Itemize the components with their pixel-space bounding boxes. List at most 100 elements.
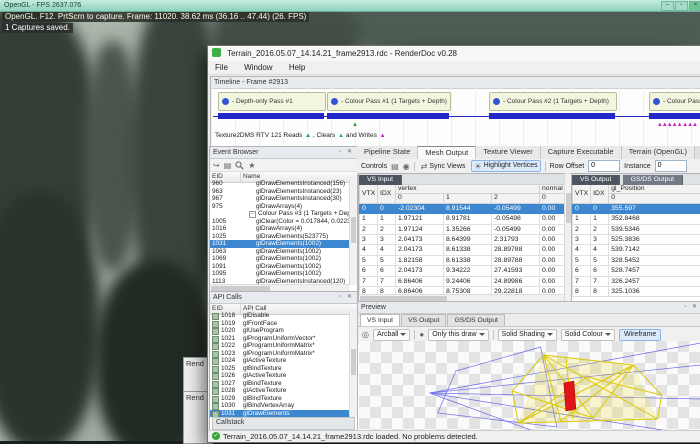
mesh-data-row[interactable]: 551.821588.6133828.897880.00 — [360, 255, 566, 265]
tab-vs-output[interactable]: VS Output — [572, 175, 620, 185]
api-call-row[interactable]: 1031glDrawElements — [210, 410, 350, 418]
api-call-row[interactable]: 1018glDisable — [210, 312, 350, 320]
api-call-row[interactable]: 1023glProgramUniformMatrix* — [210, 350, 350, 358]
api-call-row[interactable]: 1026glActiveTexture — [210, 372, 350, 380]
api-call-row[interactable]: 1021glProgramUniformVector* — [210, 335, 350, 343]
event-row[interactable]: 1069glDrawElements(1002) — [210, 255, 350, 263]
tab-mesh-output[interactable]: Mesh Output — [418, 146, 476, 159]
vs-output-table[interactable]: VTX IDX gl_Position 0 00355.59711352.846… — [572, 184, 700, 297]
timeline-pass-colour-2[interactable]: - Colour Pass #2 (1 Targets + Depth) — [489, 92, 617, 111]
event-row[interactable]: −Colour Pass #3 (1 Targets + Depth) — [210, 210, 350, 218]
vertex-group-header[interactable]: vertex — [396, 185, 540, 194]
callstack-section[interactable]: Callstack — [212, 417, 355, 430]
menu-window[interactable]: Window — [237, 63, 279, 72]
col-idx[interactable]: IDX — [378, 185, 396, 204]
mesh-data-row[interactable]: 88325.1036 — [573, 287, 700, 297]
api-call-row[interactable]: 1020glUseProgram — [210, 327, 350, 335]
mesh-data-row[interactable]: 33525.3836 — [573, 235, 700, 245]
search-icon[interactable] — [235, 161, 244, 170]
sync-views-button[interactable]: ⇄ Sync Views — [419, 162, 468, 171]
camera-mode-dropdown[interactable]: Arcball — [373, 329, 410, 341]
float-icon[interactable]: ▫ — [336, 147, 345, 158]
event-row[interactable]: 960glDrawElementsInstanced(156) — [210, 180, 350, 188]
vs-input-table[interactable]: VTX IDX vertex normal 0 1 2 0 00-2.02304… — [359, 184, 566, 297]
vertical-scrollbar[interactable] — [349, 312, 357, 417]
draw-filter-dropdown[interactable]: Only this draw — [428, 329, 488, 341]
timeline-pass-depth-only[interactable]: - Depth-only Pass #1 — [218, 92, 326, 111]
event-row[interactable]: 1063glDrawElements(1002) — [210, 248, 350, 256]
save-icon[interactable]: ▤ — [391, 162, 399, 171]
mesh-data-row[interactable]: 332.041738.643992.317930.00 — [360, 235, 566, 245]
mesh-data-row[interactable]: 22539.5346 — [573, 224, 700, 234]
menu-file[interactable]: File — [208, 63, 235, 72]
bookmark-star-icon[interactable]: ★ — [248, 161, 255, 170]
mesh-preview-viewport[interactable] — [359, 341, 700, 430]
event-row[interactable]: 1025glDrawElements(523775) — [210, 233, 350, 241]
float-icon[interactable]: ▫ — [681, 302, 690, 313]
mesh-data-row[interactable]: 776.864069.2440624.899860.00 — [360, 276, 566, 286]
api-call-row[interactable]: 1029glBindTexture — [210, 395, 350, 403]
preview-tab-gsds-output[interactable]: GS/DS Output — [447, 314, 504, 326]
mesh-data-row[interactable]: 66528.7457 — [573, 266, 700, 276]
snapshot-icon[interactable]: ◉ — [403, 162, 410, 171]
col-normal-0[interactable]: 0 — [540, 194, 566, 203]
api-call-row[interactable]: 1019glFrontFace — [210, 320, 350, 328]
api-call-row[interactable]: 1030glBindVertexArray — [210, 402, 350, 410]
tab-vs-input-table[interactable]: VS Input — [359, 175, 402, 185]
tab-gsds-output[interactable]: GS/DS Output — [623, 175, 683, 185]
close-button[interactable]: × — [689, 1, 700, 11]
instance-input[interactable] — [655, 160, 687, 172]
mesh-data-row[interactable]: 44539.7142 — [573, 245, 700, 255]
mesh-data-row[interactable]: 11352.8468 — [573, 214, 700, 224]
api-call-row[interactable]: 1025glBindTexture — [210, 365, 350, 373]
mesh-data-row[interactable]: 00-2.023048.91544-0.054990.00 — [360, 203, 566, 213]
api-calls-header[interactable]: API Calls ▫ ✕ — [210, 292, 357, 304]
col-vertex-0[interactable]: 0 — [396, 194, 444, 203]
row-offset-input[interactable] — [588, 160, 620, 172]
event-row[interactable]: 967glDrawElementsInstanced(30) — [210, 195, 350, 203]
menu-help[interactable]: Help — [282, 63, 312, 72]
minimize-button[interactable]: – — [661, 1, 674, 11]
event-row[interactable]: 963glDrawElementsInstanced(23) — [210, 188, 350, 196]
highlight-vertices-toggle[interactable]: ☀ Highlight Vertices — [471, 160, 540, 172]
shading-dropdown[interactable]: Solid Shading — [498, 329, 557, 341]
mesh-data-row[interactable]: 77326.2457 — [573, 276, 700, 286]
close-icon[interactable]: ✕ — [690, 302, 699, 313]
tab-pipeline-state[interactable]: Pipeline State — [357, 146, 418, 159]
timeline-track[interactable]: - Depth-only Pass #1 - Colour Pass #1 (1… — [211, 88, 700, 146]
col-vtx[interactable]: VTX — [573, 185, 591, 204]
mesh-data-row[interactable]: 221.971241.35266-0.054990.00 — [360, 224, 566, 234]
wireframe-toggle[interactable]: Wireframe — [619, 329, 661, 341]
maximize-button[interactable]: ▫ — [675, 1, 688, 11]
tab-texture-viewer[interactable]: Texture Viewer — [476, 146, 540, 159]
tab-terrain-opengl[interactable]: Terrain (OpenGL) — [622, 146, 695, 159]
close-icon[interactable]: ✕ — [345, 292, 354, 303]
event-row[interactable]: 1016glDrawArrays(4) — [210, 225, 350, 233]
tab-capture-executable[interactable]: Capture Executable — [541, 146, 622, 159]
mesh-data-row[interactable]: 111.971218.91781-0.054980.00 — [360, 214, 566, 224]
mesh-data-row[interactable]: 00355.597 — [573, 203, 700, 213]
event-row[interactable]: 1031glDrawElements(1002) — [210, 240, 350, 248]
renderdoc-titlebar[interactable]: Terrain_2016.05.07_14.14.21_frame2913.rd… — [208, 46, 700, 62]
timeline-pass-colour-1[interactable]: - Colour Pass #1 (1 Targets + Depth) — [327, 92, 451, 111]
scrollbar-thumb[interactable] — [351, 217, 356, 243]
event-row[interactable]: 1095glDrawElements(1002) — [210, 270, 350, 278]
event-row[interactable]: 1005glClear(Color = 0.017844, 0.022372, … — [210, 218, 350, 226]
mesh-data-row[interactable]: 55328.5452 — [573, 255, 700, 265]
col-position-0[interactable]: 0 — [609, 194, 700, 203]
vertical-scrollbar[interactable] — [349, 180, 357, 285]
api-call-row[interactable]: 1027glBindTexture — [210, 380, 350, 388]
preview-tab-vs-input[interactable]: VS Input — [360, 314, 400, 326]
api-call-row[interactable]: 1028glActiveTexture — [210, 387, 350, 395]
mesh-data-row[interactable]: 662.041739.3422227.415930.00 — [360, 266, 566, 276]
event-row[interactable]: 1091glDrawElements(1002) — [210, 263, 350, 271]
mesh-data-row[interactable]: 442.041738.6133828.897880.00 — [360, 245, 566, 255]
col-vtx[interactable]: VTX — [360, 185, 378, 204]
event-browser-header[interactable]: Event Browser ▫ ✕ — [210, 147, 357, 159]
scrollbar-thumb[interactable] — [351, 349, 356, 375]
api-call-row[interactable]: 1024glActiveTexture — [210, 357, 350, 365]
glposition-group-header[interactable]: gl_Position — [609, 185, 700, 194]
close-icon[interactable]: ✕ — [345, 147, 354, 158]
api-call-row[interactable]: 1022glProgramUniformMatrix* — [210, 342, 350, 350]
event-row[interactable]: 975glDrawArrays(4) — [210, 203, 350, 211]
